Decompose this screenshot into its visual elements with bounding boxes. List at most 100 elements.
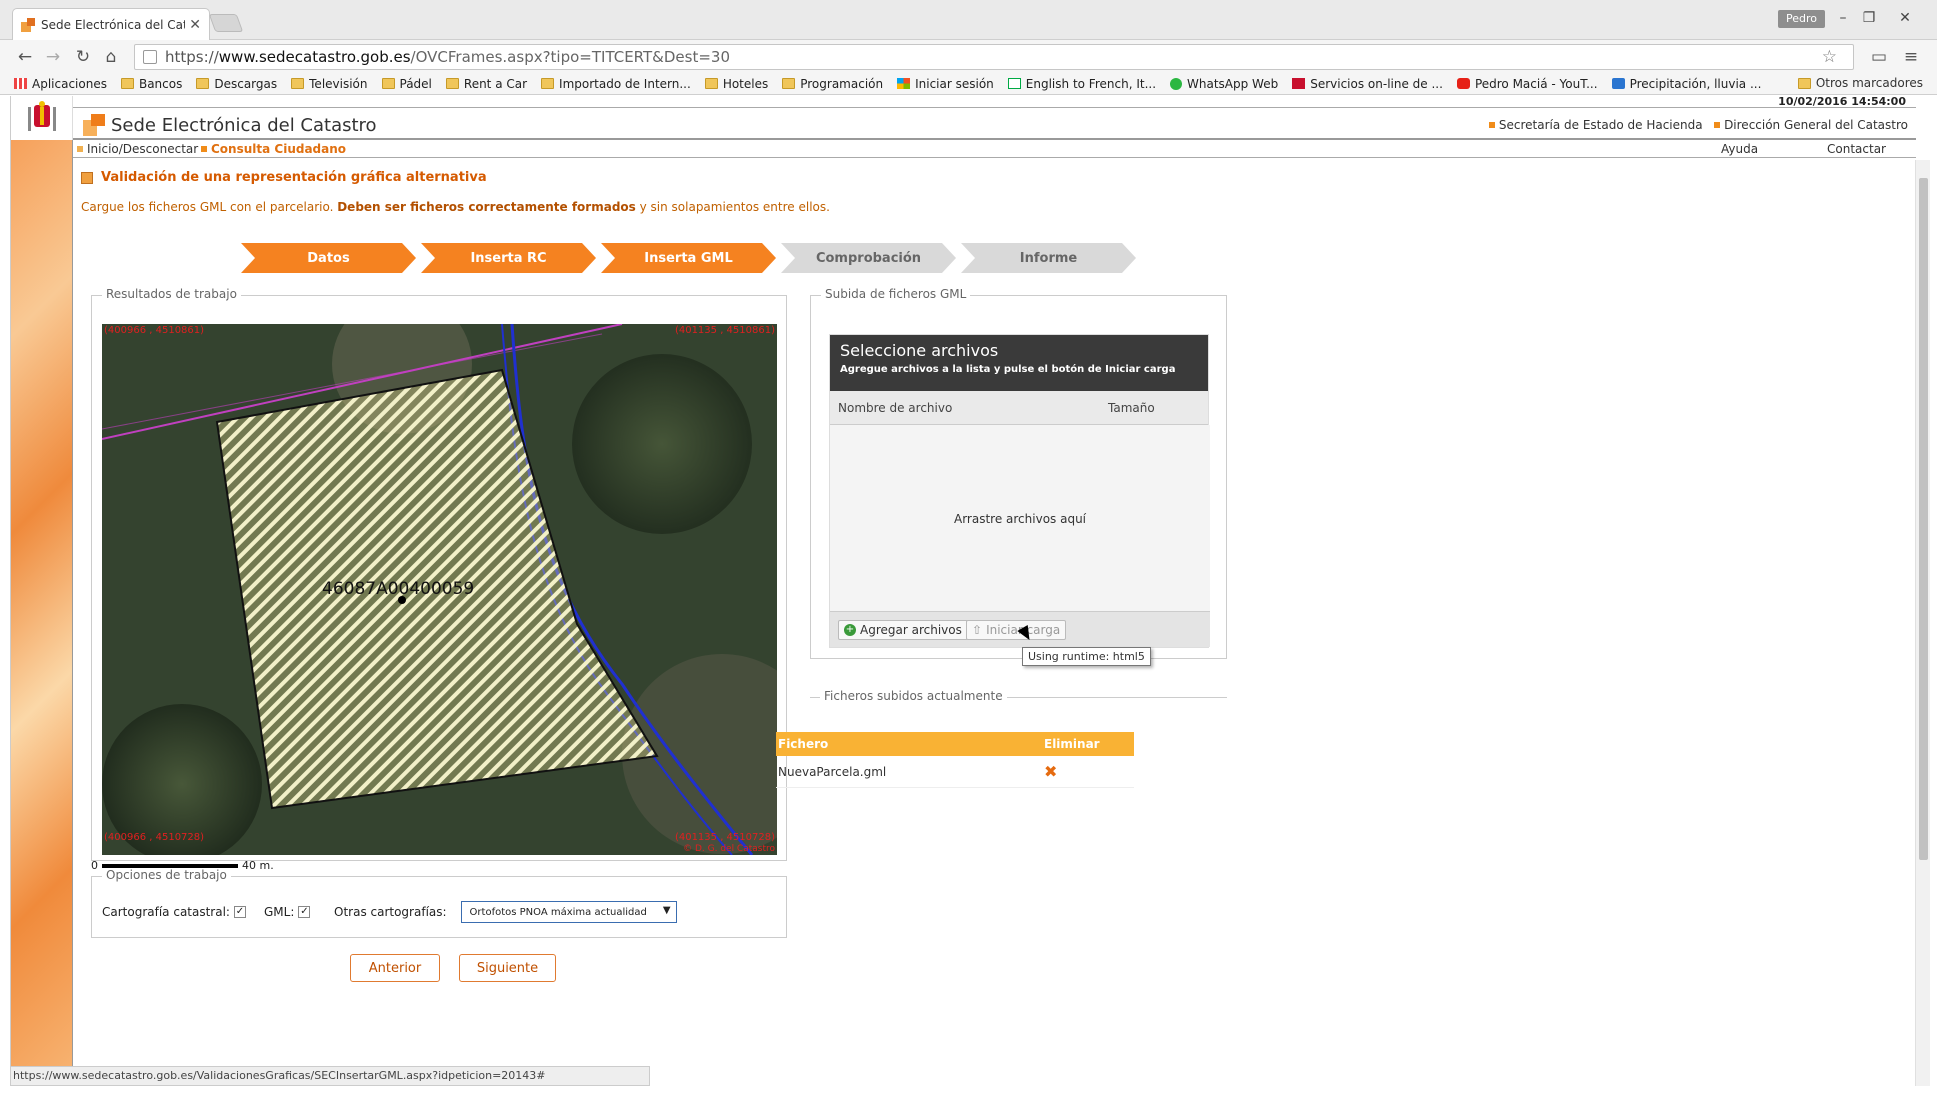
title-bar: Sede Electrónica del Catas ✕ Pedro – ❐ ✕: [0, 0, 1937, 40]
delete-icon[interactable]: ✖: [1042, 756, 1134, 788]
bookmark-rent-a-car[interactable]: Rent a Car: [445, 77, 527, 91]
minimize-icon[interactable]: –: [1830, 8, 1856, 28]
bookmark-descargas[interactable]: Descargas: [196, 77, 277, 91]
bookmark-programacion[interactable]: Programación: [782, 77, 883, 91]
other-bookmarks[interactable]: Otros marcadores: [1797, 76, 1923, 90]
cast-icon[interactable]: ▭: [1868, 46, 1890, 68]
home-icon[interactable]: ⌂: [100, 46, 122, 68]
sub-navigation: Inicio/Desconectar Consulta Ciudadano Ay…: [73, 140, 1916, 158]
address-bar[interactable]: https://www.sedecatastro.gob.es/OVCFrame…: [134, 44, 1854, 70]
menu-icon[interactable]: ≡: [1900, 46, 1922, 68]
folder-icon: [291, 78, 305, 89]
forward-icon[interactable]: →: [42, 46, 64, 68]
bookmark-television[interactable]: Televisión: [291, 77, 368, 91]
bookmark-whatsapp[interactable]: WhatsApp Web: [1170, 77, 1278, 91]
bookmark-padel[interactable]: Pádel: [381, 77, 432, 91]
gml-checkbox[interactable]: ✓: [298, 906, 311, 918]
runtime-tooltip: Using runtime: html5: [1022, 647, 1151, 666]
page-description: Cargue los ficheros GML con el parcelari…: [81, 200, 830, 214]
catastro-logo-icon: [83, 114, 105, 136]
url-scheme: https://: [165, 48, 219, 66]
map-copyright: © D. G. del Catastro: [683, 844, 775, 854]
previous-button[interactable]: Anterior: [350, 954, 440, 982]
option-gml: GML: ✓: [264, 905, 311, 919]
folder-icon: [120, 78, 134, 89]
server-datetime: 10/02/2016 14:54:00: [1778, 95, 1906, 108]
wordreference-icon: [1007, 78, 1021, 89]
close-window-icon[interactable]: ✕: [1892, 8, 1918, 28]
tab-close-icon[interactable]: ✕: [189, 17, 201, 33]
bookmark-precipitacion[interactable]: Precipitación, lluvia ...: [1611, 77, 1761, 91]
desc-bold: Deben ser ficheros correctamente formado…: [337, 200, 636, 214]
step-comprobacion: Comprobación: [781, 243, 956, 273]
link-direccion-general[interactable]: Dirección General del Catastro: [1724, 118, 1908, 132]
options-legend: Opciones de trabajo: [102, 868, 231, 882]
start-upload-button[interactable]: ⇧ Iniciar carga: [966, 620, 1067, 640]
bookmarks-bar: Aplicaciones Bancos Descargas Televisión…: [0, 73, 1937, 95]
link-secretaria[interactable]: Secretaría de Estado de Hacienda: [1499, 118, 1703, 132]
page-scrollbar[interactable]: [1915, 160, 1930, 1086]
profile-button[interactable]: Pedro: [1778, 10, 1826, 28]
uploaded-legend: Ficheros subidos actualmente: [820, 689, 1007, 703]
bookmark-importado[interactable]: Importado de Intern...: [541, 77, 691, 91]
option-cartografia-catastral: Cartografía catastral: ✓: [102, 905, 246, 919]
drop-zone[interactable]: Arrastre archivos aquí: [830, 425, 1210, 613]
add-files-button[interactable]: + Agregar archivos: [838, 620, 968, 640]
scale-start: 0: [91, 859, 98, 872]
results-legend: Resultados de trabajo: [102, 287, 241, 301]
header-links: Secretaría de Estado de Hacienda Direcci…: [1488, 118, 1908, 132]
bookmark-aplicaciones[interactable]: Aplicaciones: [14, 77, 107, 91]
nav-inicio[interactable]: Inicio/Desconectar: [77, 140, 198, 158]
back-icon[interactable]: ←: [14, 46, 36, 68]
bookmark-wordreference[interactable]: English to French, It...: [1007, 77, 1156, 91]
upload-fieldset: Subida de ficheros GML Seleccione archiv…: [810, 287, 1227, 659]
bookmark-star-icon[interactable]: ☆: [1822, 47, 1837, 67]
step-datos[interactable]: Datos: [241, 243, 416, 273]
bookmark-hoteles[interactable]: Hoteles: [704, 77, 768, 91]
cartography-select[interactable]: Ortofotos PNOA máxima actualidad ▼: [460, 901, 677, 923]
folder-icon: [704, 78, 718, 89]
datetime-strip: 10/02/2016 14:54:00: [73, 96, 1916, 108]
results-fieldset: Resultados de trabajo 46087A00400059 (40…: [91, 287, 787, 861]
catastro-favicon-icon: [21, 17, 35, 32]
bookmark-youtube[interactable]: Pedro Maciá - YouT...: [1456, 77, 1598, 91]
brand-name: Sede Electrónica del Catastro: [111, 114, 377, 136]
scale-bar: [102, 863, 238, 868]
folder-icon: [381, 78, 395, 89]
col-eliminar: Eliminar: [1042, 732, 1134, 756]
youtube-icon: [1456, 78, 1470, 89]
nav-consulta-ciudadano[interactable]: Consulta Ciudadano: [201, 140, 346, 158]
new-tab-button[interactable]: [208, 14, 244, 32]
nav-ayuda[interactable]: Ayuda: [1721, 140, 1758, 158]
scrollbar-thumb[interactable]: [1919, 178, 1928, 860]
file-name[interactable]: NuevaParcela.gml: [776, 756, 1042, 788]
url-host: www.sedecatastro.gob.es: [218, 48, 411, 66]
catastral-checkbox[interactable]: ✓: [233, 906, 246, 918]
map-viewer[interactable]: 46087A00400059 (400966 , 4510861) (40113…: [102, 324, 777, 855]
spain-coat-of-arms-icon: [27, 101, 56, 131]
restore-icon[interactable]: ❐: [1856, 8, 1882, 28]
folder-icon: [445, 78, 459, 89]
step-inserta-rc[interactable]: Inserta RC: [421, 243, 596, 273]
page-info-icon[interactable]: [143, 50, 157, 64]
step-inserta-gml[interactable]: Inserta GML: [601, 243, 776, 273]
upload-columns: Nombre de archivo Tamaño: [830, 391, 1208, 425]
bookmark-iniciar-sesion[interactable]: Iniciar sesión: [897, 77, 994, 91]
page-title: Validación de una representación gráfica…: [81, 170, 487, 185]
nav-contactar[interactable]: Contactar: [1827, 140, 1886, 158]
whatsapp-icon: [1170, 77, 1183, 90]
folder-icon: [782, 78, 796, 89]
bookmark-servicios[interactable]: Servicios on-line de ...: [1292, 77, 1443, 91]
table-row: NuevaParcela.gml ✖: [776, 756, 1134, 788]
plus-circle-icon: +: [844, 624, 856, 636]
next-button[interactable]: Siguiente: [459, 954, 556, 982]
bullet-icon: [1714, 122, 1721, 128]
reload-icon[interactable]: ↻: [72, 46, 94, 68]
bullet-icon: [77, 146, 83, 152]
coat-of-arms-logo: [11, 96, 73, 140]
site-brand[interactable]: Sede Electrónica del Catastro: [83, 114, 377, 136]
upload-legend: Subida de ficheros GML: [821, 287, 971, 301]
bookmark-bancos[interactable]: Bancos: [120, 77, 182, 91]
scale-end: 40 m.: [242, 859, 274, 872]
tab-active[interactable]: Sede Electrónica del Catas ✕: [12, 8, 210, 40]
